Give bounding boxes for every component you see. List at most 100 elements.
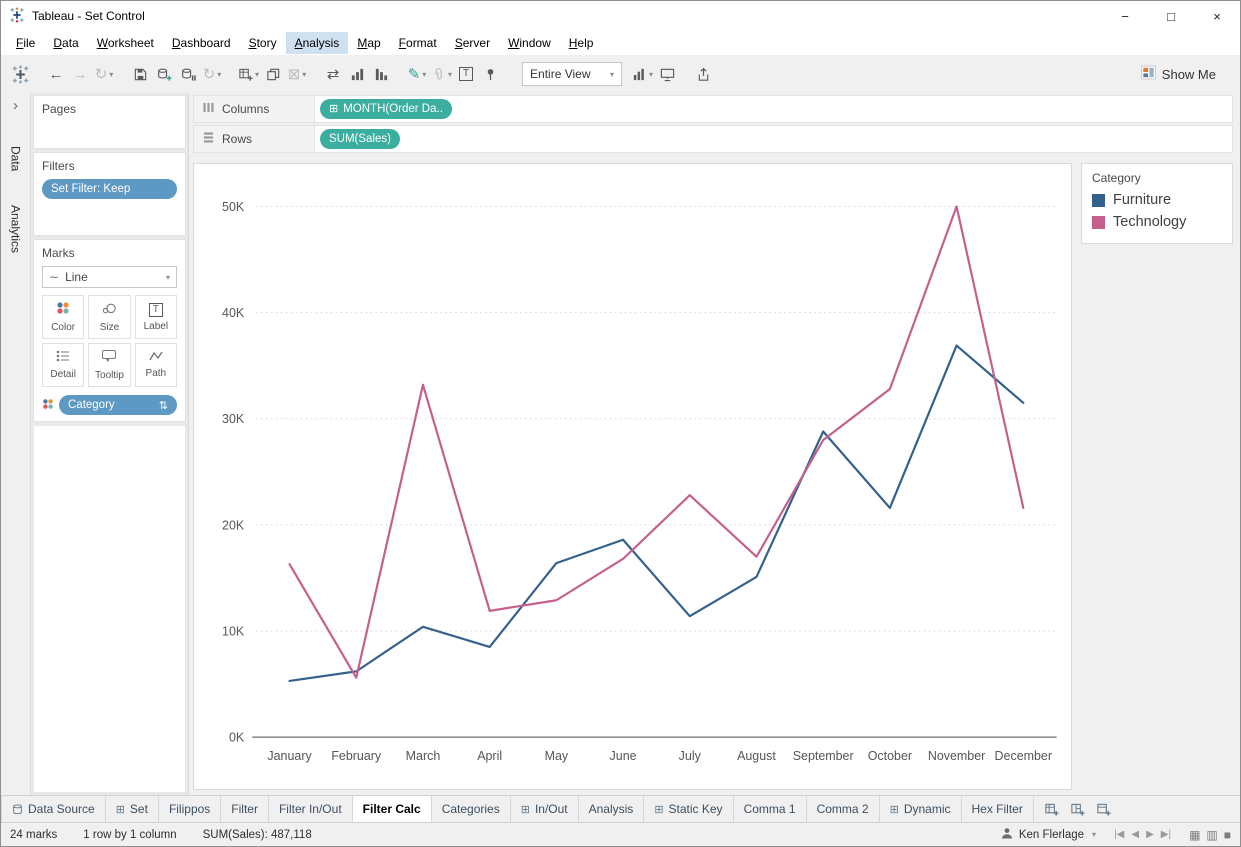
- color-button[interactable]: Color: [42, 295, 85, 339]
- sheet-tab-filter[interactable]: Filter: [221, 796, 269, 822]
- show-mark-labels-button[interactable]: T: [454, 61, 478, 87]
- mark-type-dropdown[interactable]: ∼ Line ▾: [42, 266, 177, 288]
- highlight-button[interactable]: ✎ ▾: [405, 61, 429, 87]
- sheet-tab-comma-1[interactable]: Comma 1: [733, 796, 807, 822]
- rows-shelf-area[interactable]: SUM(Sales): [315, 125, 1233, 153]
- redo-button[interactable]: →: [68, 61, 92, 87]
- new-story-tab-button[interactable]: [1092, 798, 1116, 820]
- rows-pill-label: SUM(Sales): [329, 133, 391, 145]
- legend-swatch: [1092, 215, 1105, 229]
- show-filmstrip-icon[interactable]: ▥: [1206, 828, 1217, 842]
- sheet-tab-filter-calc[interactable]: Filter Calc: [352, 796, 432, 822]
- save-button[interactable]: [128, 61, 152, 87]
- detail-button[interactable]: Detail: [42, 343, 85, 387]
- menu-file[interactable]: File: [7, 32, 44, 54]
- tab-analytics[interactable]: Analytics: [9, 195, 23, 263]
- menu-analysis[interactable]: Analysis: [285, 32, 349, 54]
- chart-svg: 0K 10K 20K 30K 40K 50K January February March Apr…: [222, 200, 1058, 763]
- previous-sheet-icon[interactable]: ◀: [1131, 829, 1139, 840]
- sort-ascending-icon: [350, 67, 365, 82]
- tab-data[interactable]: Data: [9, 136, 23, 181]
- new-worksheet-button[interactable]: ▾: [236, 61, 261, 87]
- rows-pill[interactable]: SUM(Sales): [320, 129, 400, 149]
- minimize-button[interactable]: −: [1102, 1, 1148, 31]
- columns-shelf[interactable]: Columns ⊞ MONTH(Order Da..: [193, 95, 1233, 123]
- rows-shelf[interactable]: Rows SUM(Sales): [193, 125, 1233, 153]
- fit-selector-value: Entire View: [530, 67, 591, 81]
- replay-button[interactable]: ↻ ▾: [92, 61, 116, 87]
- chevron-down-icon: ▾: [1092, 830, 1097, 839]
- sheet-tab-label: Hex Filter: [971, 802, 1023, 816]
- swap-rows-and-columns-button[interactable]: ⇄: [321, 61, 345, 87]
- marks-card[interactable]: Marks ∼ Line ▾ Color Size T Label Detail…: [33, 239, 186, 422]
- menu-dashboard[interactable]: Dashboard: [163, 32, 240, 54]
- undo-button[interactable]: ←: [44, 61, 68, 87]
- tooltip-button[interactable]: Tooltip: [88, 343, 131, 387]
- presentation-mode-button[interactable]: [655, 61, 679, 87]
- sheet-tab-analysis[interactable]: Analysis: [578, 796, 645, 822]
- menu-data[interactable]: Data: [44, 32, 87, 54]
- sheet-tab-categories[interactable]: Categories: [431, 796, 511, 822]
- sort-descending-button[interactable]: [369, 61, 393, 87]
- duplicate-button[interactable]: [261, 61, 285, 87]
- chart-area[interactable]: 0K 10K 20K 30K 40K 50K January February March Apr…: [193, 163, 1072, 790]
- new-dashboard-tab-button[interactable]: [1066, 798, 1090, 820]
- fix-axes-button[interactable]: [478, 61, 502, 87]
- tooltip-icon: [102, 349, 117, 366]
- tableau-toolbar-logo-icon[interactable]: [11, 64, 30, 84]
- menu-help[interactable]: Help: [560, 32, 603, 54]
- legend-item-furniture[interactable]: Furniture: [1092, 192, 1222, 208]
- path-button[interactable]: Path: [134, 343, 177, 387]
- new-worksheet-tab-button[interactable]: [1040, 798, 1064, 820]
- menu-map[interactable]: Map: [348, 32, 389, 54]
- show-tabs-icon[interactable]: ▦: [1189, 828, 1200, 842]
- user-menu[interactable]: Ken Flerlage ▾: [1001, 827, 1096, 842]
- sheet-tab-set[interactable]: ⊞ Set: [105, 796, 159, 822]
- pause-auto-updates-button[interactable]: [176, 61, 200, 87]
- sort-ascending-button[interactable]: [345, 61, 369, 87]
- run-auto-updates-button[interactable]: ↻ ▾: [200, 61, 224, 87]
- show-mark-labels-icon: T: [459, 67, 474, 81]
- sheet-tab-dynamic[interactable]: ⊞ Dynamic: [879, 796, 962, 822]
- maximize-button[interactable]: □: [1148, 1, 1194, 31]
- filters-card[interactable]: Filters Set Filter: Keep: [33, 152, 186, 236]
- group-members-button[interactable]: ▾: [429, 61, 454, 87]
- category-legend[interactable]: Category Furniture Technology: [1081, 163, 1233, 244]
- sheet-tab-comma-2[interactable]: Comma 2: [806, 796, 880, 822]
- next-sheet-icon[interactable]: ▶: [1146, 829, 1154, 840]
- sheet-tab-filippos[interactable]: Filippos: [158, 796, 222, 822]
- first-sheet-icon[interactable]: |◀: [1114, 829, 1124, 840]
- pages-card[interactable]: Pages: [33, 95, 186, 149]
- fit-selector-dropdown[interactable]: Entire View ▾: [522, 62, 623, 86]
- menu-server[interactable]: Server: [446, 32, 499, 54]
- clear-sheet-button[interactable]: ⊠ ▾: [285, 61, 309, 87]
- menu-bar: File Data Worksheet Dashboard Story Analysis M…: [1, 31, 1240, 55]
- sheet-tab-in-out[interactable]: ⊞ In/Out: [510, 796, 579, 822]
- category-pill[interactable]: Category ⇅: [59, 395, 177, 415]
- sheet-tab-static-key[interactable]: ⊞ Static Key: [644, 796, 734, 822]
- show-sheet-icon[interactable]: ■: [1224, 828, 1231, 842]
- share-workbook-button[interactable]: [691, 61, 715, 87]
- close-button[interactable]: ×: [1194, 1, 1240, 31]
- expand-pane-icon[interactable]: ›: [13, 97, 18, 114]
- new-data-source-button[interactable]: [152, 61, 176, 87]
- columns-pill[interactable]: ⊞ MONTH(Order Da..: [320, 99, 452, 119]
- set-filter-pill[interactable]: Set Filter: Keep: [42, 179, 177, 199]
- size-button[interactable]: Size: [88, 295, 131, 339]
- sheet-tab-hex-filter[interactable]: Hex Filter: [961, 796, 1034, 822]
- menu-format[interactable]: Format: [390, 32, 446, 54]
- menu-story[interactable]: Story: [240, 32, 286, 54]
- menu-worksheet[interactable]: Worksheet: [88, 32, 163, 54]
- sheet-tab-filter-in-out[interactable]: Filter In/Out: [268, 796, 353, 822]
- label-button[interactable]: T Label: [134, 295, 177, 339]
- legend-item-technology[interactable]: Technology: [1092, 214, 1222, 230]
- chevron-down-icon: ▾: [217, 69, 222, 79]
- last-sheet-icon[interactable]: ▶|: [1161, 829, 1171, 840]
- svg-text:December: December: [995, 749, 1052, 763]
- menu-window[interactable]: Window: [499, 32, 560, 54]
- columns-shelf-area[interactable]: ⊞ MONTH(Order Da..: [315, 95, 1233, 123]
- show-me-button[interactable]: Show Me: [1140, 65, 1230, 83]
- sheet-tab-label: Filter: [231, 802, 258, 816]
- show-hide-cards-button[interactable]: ▾: [630, 61, 655, 87]
- sheet-tab-data-source[interactable]: Data Source: [1, 796, 106, 822]
